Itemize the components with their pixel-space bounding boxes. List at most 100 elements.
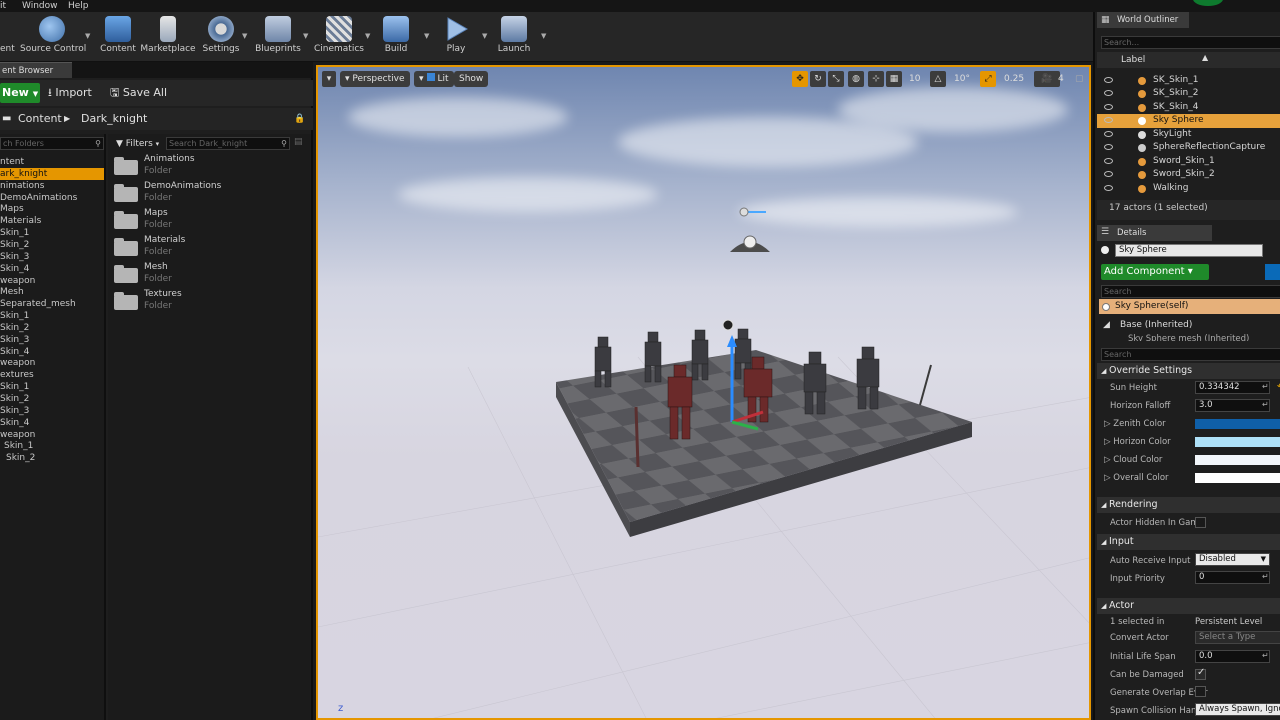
outliner-row[interactable]: Sword_Skin_1: [1097, 155, 1280, 169]
camera-speed-value[interactable]: 4: [1058, 71, 1064, 87]
source-control-button[interactable]: Source Control: [20, 14, 86, 60]
save-search-icon[interactable]: ▤: [294, 137, 303, 147]
outliner-row[interactable]: SK_Skin_2: [1097, 87, 1280, 101]
chevron-down-icon[interactable]: ▼: [365, 32, 370, 40]
chevron-down-icon[interactable]: ▼: [85, 32, 90, 40]
build-button[interactable]: Build: [378, 14, 414, 60]
folder-tree-item[interactable]: weapon: [0, 429, 35, 441]
add-component-button[interactable]: Add Component ▾: [1101, 264, 1209, 280]
folder-tree-item[interactable]: Skin_3: [0, 251, 29, 263]
can-be-damaged-checkbox[interactable]: [1195, 667, 1206, 680]
folder-tree-item[interactable]: ntent: [0, 156, 24, 168]
eye-icon[interactable]: [1104, 90, 1113, 97]
rotation-snap-value[interactable]: 10°: [954, 71, 970, 87]
folder-tree-item[interactable]: nimations: [0, 180, 44, 192]
chevron-down-icon[interactable]: ▼: [242, 32, 247, 40]
toolbar-content-partial-button[interactable]: ent: [0, 14, 15, 60]
spawn-collision-dropdown[interactable]: Always Spawn, Ignore: [1195, 703, 1280, 716]
folder-tree-item[interactable]: Maps: [0, 203, 24, 215]
folder-tree-item[interactable]: ark_knight: [0, 167, 104, 180]
folder-tree-item[interactable]: Skin_2: [0, 393, 29, 405]
folder-tree-item[interactable]: Skin_2: [0, 452, 35, 464]
horizon-color-swatch[interactable]: [1195, 437, 1280, 447]
convert-actor-dropdown[interactable]: Select a Type: [1195, 631, 1280, 644]
asset-folder[interactable]: Maps Folder: [112, 208, 302, 234]
filters-button[interactable]: ▼ Filters ▾: [116, 139, 159, 149]
chevron-down-icon[interactable]: ▼: [541, 32, 546, 40]
outliner-row[interactable]: SK_Skin_1: [1097, 74, 1280, 88]
folder-tree-item[interactable]: Separated_mesh: [0, 298, 76, 310]
blueprint-script-button[interactable]: [1265, 264, 1280, 280]
save-all-button[interactable]: 🖫 Save All: [110, 83, 167, 103]
world-space-icon[interactable]: ◍: [848, 71, 864, 87]
folder-tree-item[interactable]: Skin_3: [0, 405, 29, 417]
reset-icon[interactable]: ↵: [1262, 651, 1269, 660]
sort-ascending-icon[interactable]: ▲: [1202, 53, 1208, 62]
play-button[interactable]: Play: [436, 14, 476, 60]
folder-tree-item[interactable]: Materials: [0, 215, 41, 227]
eye-icon[interactable]: [1104, 157, 1113, 164]
import-button[interactable]: ⭳ Import: [48, 83, 92, 103]
asset-search-input[interactable]: Search Dark_knight ⚲: [166, 137, 290, 150]
details-tab[interactable]: Details: [1097, 225, 1212, 241]
grid-snap-icon[interactable]: ▦: [886, 71, 902, 87]
reset-icon[interactable]: ↵: [1262, 382, 1269, 391]
blueprints-button[interactable]: Blueprints: [254, 14, 302, 60]
details-search-input[interactable]: Search: [1101, 348, 1280, 361]
translate-tool-icon[interactable]: ✥: [792, 71, 808, 87]
folder-tree-item[interactable]: Skin_3: [0, 334, 29, 346]
viewport-options-button[interactable]: ▾: [322, 71, 336, 87]
eye-icon[interactable]: [1104, 103, 1113, 110]
outliner-row[interactable]: Walking: [1097, 182, 1280, 196]
perspective-button[interactable]: ▾ Perspective: [340, 71, 410, 87]
content-button[interactable]: Content: [99, 14, 137, 60]
mesh-component[interactable]: Sky Sphere mesh (Inherited): [1128, 334, 1249, 341]
chevron-down-icon[interactable]: ▼: [424, 32, 429, 40]
component-tree-arrow[interactable]: ◢: [1103, 320, 1110, 330]
folder-tree-item[interactable]: weapon: [0, 357, 35, 369]
zenith-color-swatch[interactable]: [1195, 419, 1280, 429]
folder-search-input[interactable]: ch Folders ⚲: [0, 137, 104, 150]
level-viewport[interactable]: ▾ ▾ Perspective ▾ Lit Show ✥ ↻ ⤡ ◍ ⊹ ▦ 10…: [316, 65, 1091, 720]
scale-snap-icon[interactable]: ⤢: [980, 71, 996, 87]
actor-name-input[interactable]: Sky Sphere: [1115, 244, 1263, 257]
surface-snap-icon[interactable]: ⊹: [868, 71, 884, 87]
menu-edit[interactable]: it: [0, 0, 6, 12]
cinematics-button[interactable]: Cinematics: [314, 14, 364, 60]
eye-icon[interactable]: [1104, 130, 1113, 137]
show-button[interactable]: Show: [454, 71, 489, 87]
asset-folder[interactable]: Animations Folder: [112, 154, 302, 180]
breadcrumb-dark-knight[interactable]: Dark_knight: [81, 108, 147, 130]
asset-folder[interactable]: DemoAnimations Folder: [112, 181, 302, 207]
maximize-icon[interactable]: ▢: [1075, 71, 1084, 87]
folder-tree-item[interactable]: Skin_1: [0, 440, 33, 452]
reset-icon[interactable]: ↵: [1262, 572, 1269, 581]
world-outliner-tab[interactable]: World Outliner: [1097, 12, 1189, 28]
initial-life-span-input[interactable]: 0.0: [1195, 650, 1270, 663]
folder-tree-item[interactable]: DemoAnimations: [0, 192, 77, 204]
rotate-tool-icon[interactable]: ↻: [810, 71, 826, 87]
folder-tree-item[interactable]: Mesh: [0, 286, 24, 298]
folder-tree-item[interactable]: Skin_4: [0, 417, 29, 429]
folder-tree-item[interactable]: Skin_1: [0, 227, 29, 239]
outliner-row[interactable]: Sword_Skin_2: [1097, 168, 1280, 182]
content-browser-tab[interactable]: ent Browser: [0, 62, 72, 78]
eye-icon[interactable]: [1104, 117, 1113, 124]
outliner-row[interactable]: SphereReflectionCapture: [1097, 141, 1280, 155]
base-component[interactable]: Base (Inherited): [1120, 320, 1192, 330]
folder-tree-item[interactable]: Skin_1: [0, 381, 29, 393]
folder-tree-item[interactable]: Skin_2: [0, 322, 29, 334]
input-priority-input[interactable]: 0: [1195, 571, 1270, 584]
camera-speed-icon[interactable]: 🎥: [1034, 71, 1060, 87]
input-section[interactable]: ◢ Input: [1097, 534, 1280, 550]
folder-tree-item[interactable]: Skin_4: [0, 263, 29, 275]
add-new-button[interactable]: New ▼: [0, 83, 40, 103]
lock-icon[interactable]: 🔒: [294, 108, 305, 130]
rendering-section[interactable]: ◢ Rendering: [1097, 497, 1280, 513]
cloud-color-swatch[interactable]: [1195, 455, 1280, 465]
eye-icon[interactable]: [1104, 184, 1113, 191]
folder-tree-item[interactable]: extures: [0, 369, 34, 381]
outliner-row[interactable]: SkyLight: [1097, 128, 1280, 142]
auto-receive-input-dropdown[interactable]: Disabled ▼: [1195, 553, 1270, 566]
asset-folder[interactable]: Materials Folder: [112, 235, 302, 261]
